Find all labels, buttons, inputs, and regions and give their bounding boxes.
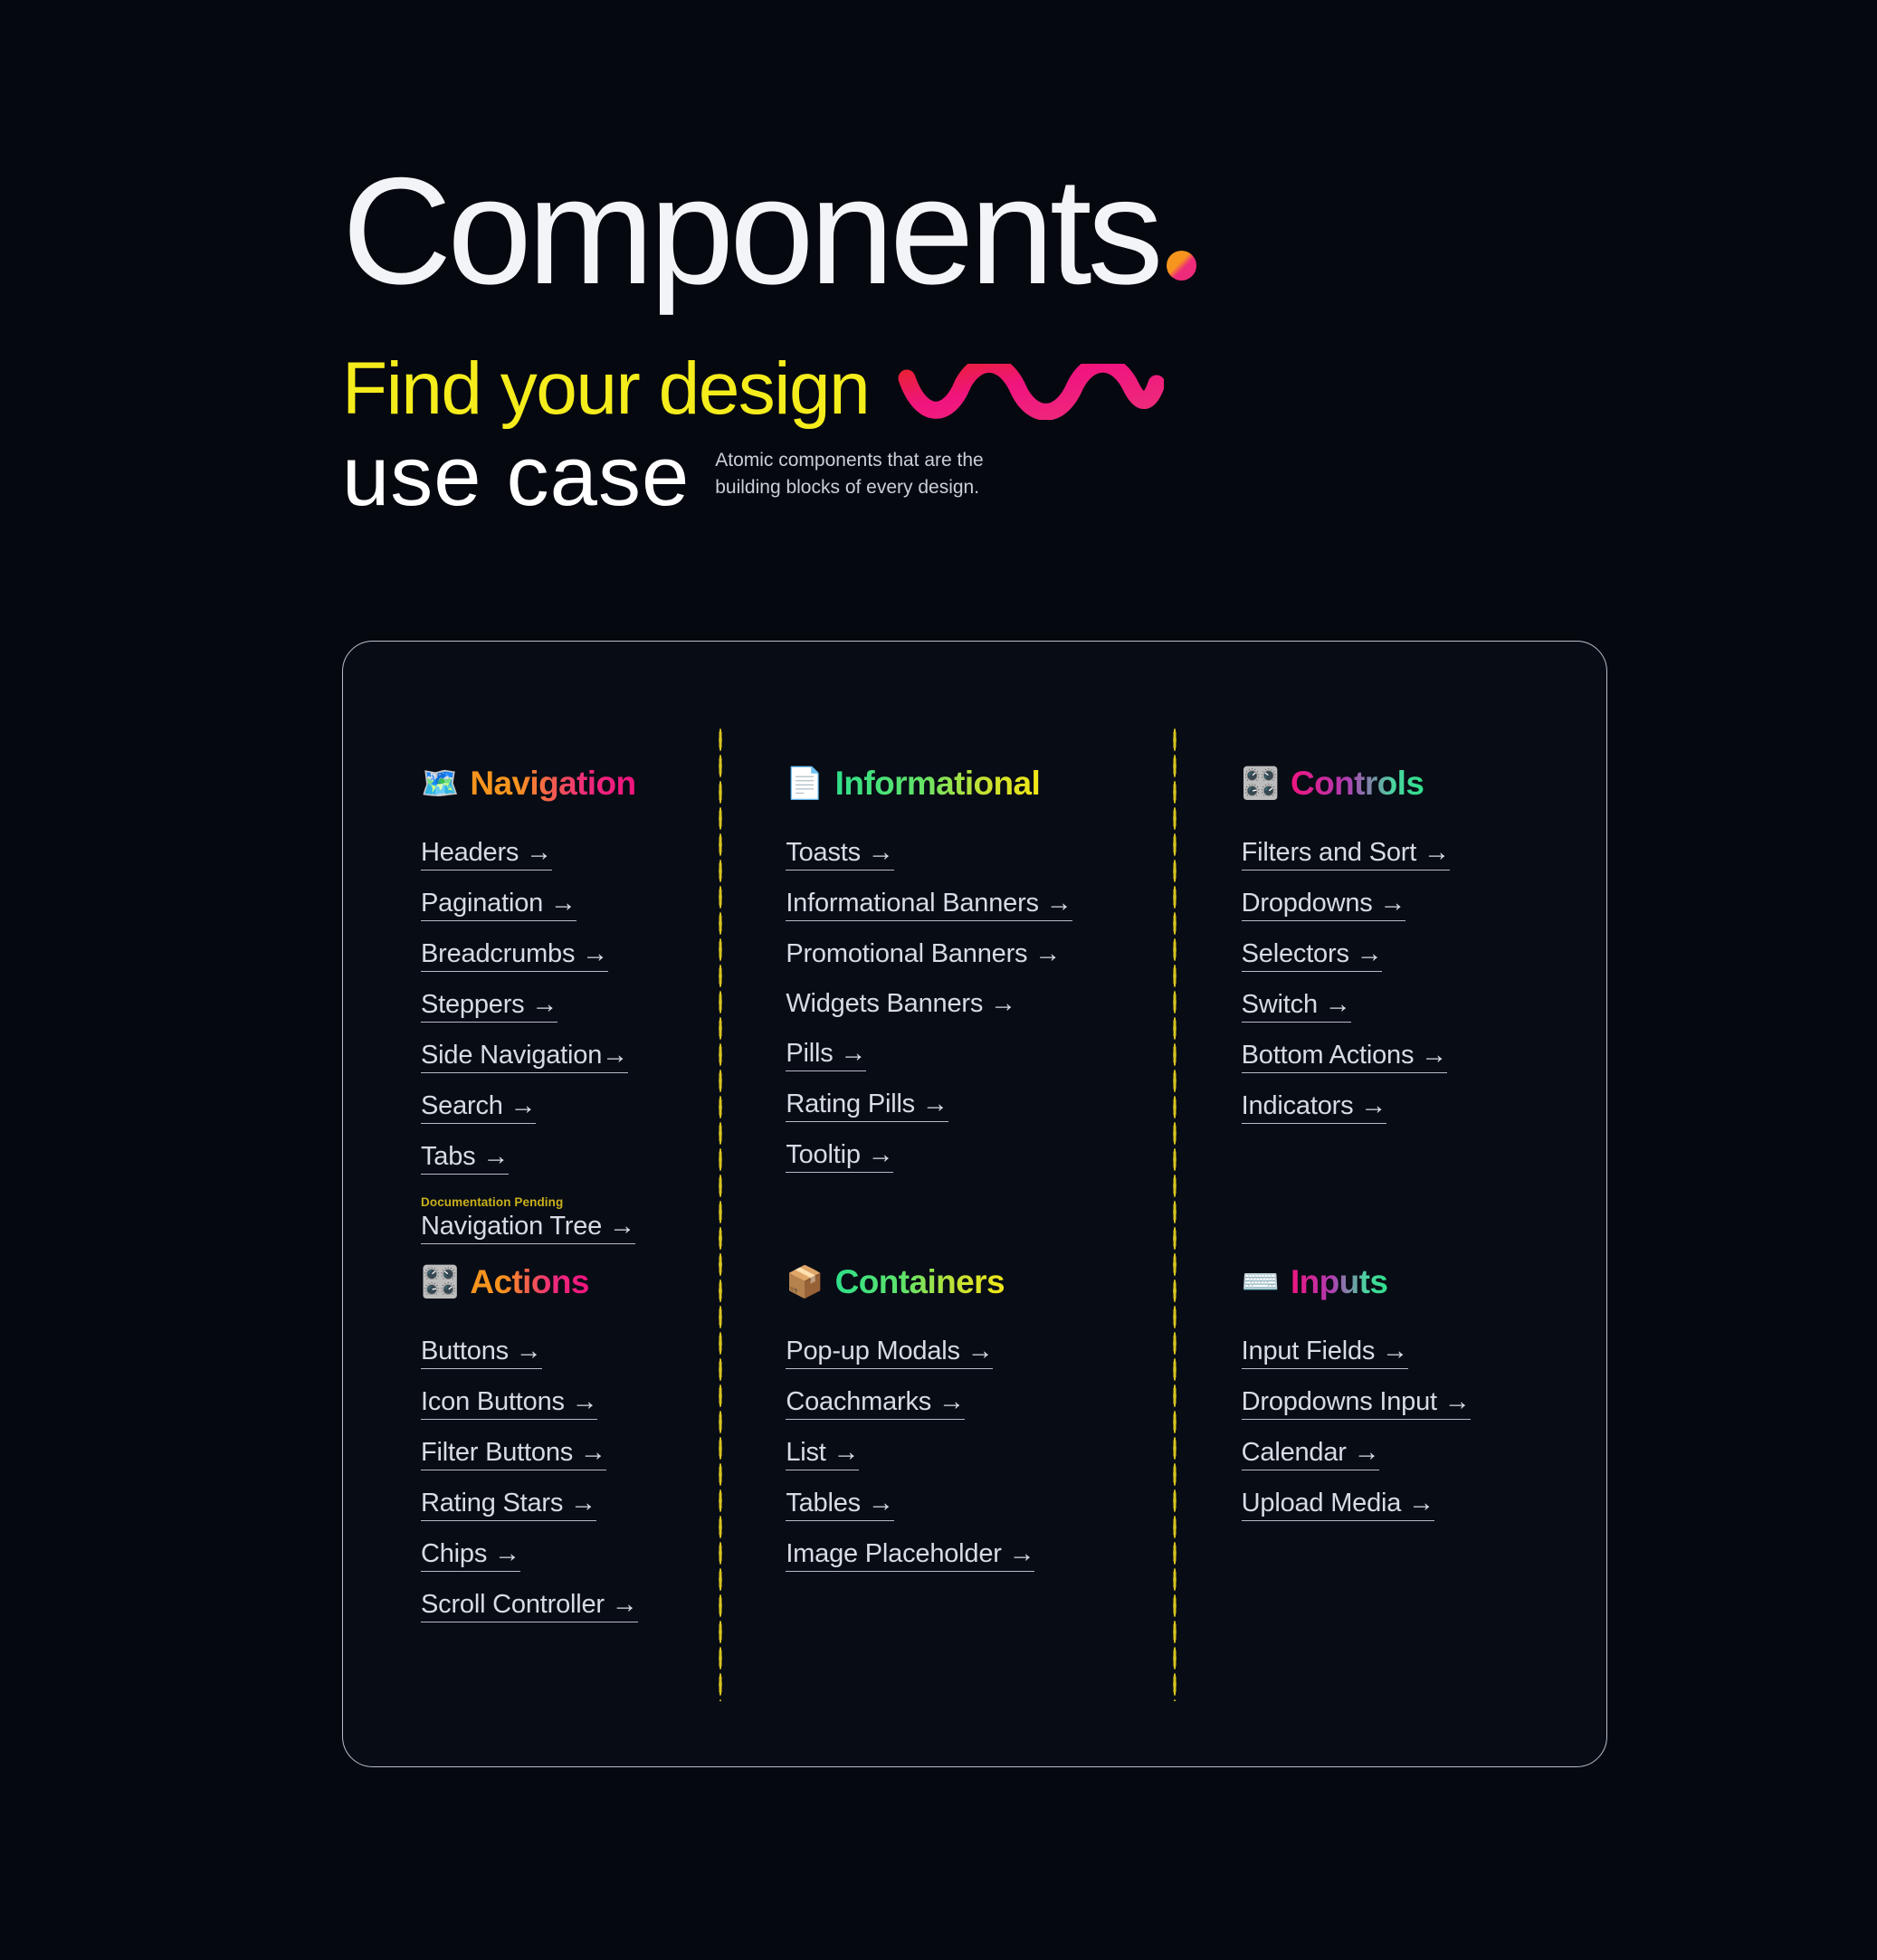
component-link-filters-and-sort[interactable]: Filters and Sort → (1241, 839, 1450, 871)
component-link-calendar[interactable]: Calendar → (1241, 1439, 1380, 1470)
category-title: Controls (1291, 765, 1424, 802)
component-link-upload-media[interactable]: Upload Media → (1241, 1489, 1434, 1521)
category-header-controls: 🎛️ Controls (1242, 765, 1606, 803)
component-link-rating-stars[interactable]: Rating Stars → (421, 1489, 596, 1521)
component-link-selectors[interactable]: Selectors → (1241, 940, 1383, 972)
category-title: Navigation (470, 765, 636, 802)
keyboard-icon: ⌨️ (1241, 1265, 1280, 1299)
component-link-input-fields[interactable]: Input Fields → (1241, 1337, 1408, 1369)
documentation-pending-badge: Documentation Pending (421, 1195, 564, 1209)
component-link-tooltip[interactable]: Tooltip → (786, 1141, 894, 1173)
category-link-list: Filters and Sort → Dropdowns → Selectors →… (1241, 839, 1606, 1143)
page-title: Components (342, 146, 1609, 317)
component-link-pop-up-modals[interactable]: Pop-up Modals → (786, 1337, 994, 1369)
control-knobs-icon: 🎛️ (421, 1265, 460, 1299)
component-link-switch[interactable]: Switch → (1241, 991, 1351, 1023)
category-column-inputs: ⌨️ Inputs Input Fields → Dropdowns Input → C… (1186, 1263, 1606, 1658)
component-link-side-navigation[interactable]: Side Navigation→ (421, 1042, 628, 1073)
category-column-informational: 📄 Informational Toasts → Informational Bann… (764, 727, 1185, 1307)
component-link-promotional-banners[interactable]: Promotional Banners → (786, 940, 1061, 971)
squiggle-underline-icon (898, 355, 1166, 424)
component-link-image-placeholder[interactable]: Image Placeholder → (786, 1540, 1035, 1572)
component-link-dropdowns-input[interactable]: Dropdowns Input → (1241, 1388, 1471, 1420)
category-header-actions: 🎛️ Actions (421, 1263, 764, 1301)
category-title: Inputs (1291, 1263, 1388, 1300)
subtitle-line-2: use case (342, 428, 691, 523)
category-link-list: Pop-up Modals → Coachmarks → List → Tables … (786, 1337, 1185, 1591)
component-link-breadcrumbs[interactable]: Breadcrumbs → (421, 940, 608, 972)
subtitle-line-1-row: Find your design (342, 351, 1609, 427)
category-link-list: Input Fields → Dropdowns Input → Calendar … (1241, 1337, 1606, 1540)
component-link-pills[interactable]: Pills → (786, 1040, 866, 1071)
category-title: Actions (470, 1263, 589, 1300)
category-header-informational: 📄 Informational (786, 765, 1185, 803)
category-header-inputs: ⌨️ Inputs (1242, 1263, 1606, 1301)
hero-blurb: Atomic components that are the building … (715, 447, 984, 501)
category-link-list: Buttons → Icon Buttons → Filter Buttons → R… (421, 1337, 764, 1641)
category-link-list: Headers → Pagination → Breadcrumbs → Steppe… (421, 839, 764, 1263)
title-dot-icon (1166, 251, 1196, 281)
component-link-filter-buttons[interactable]: Filter Buttons → (421, 1439, 606, 1470)
component-link-pagination[interactable]: Pagination → (421, 890, 576, 921)
component-link-indicators[interactable]: Indicators → (1241, 1092, 1386, 1124)
component-link-icon-buttons[interactable]: Icon Buttons → (421, 1388, 598, 1420)
category-title: Containers (834, 1263, 1005, 1300)
component-link-dropdowns[interactable]: Dropdowns → (1241, 890, 1405, 921)
hero-section: Components Find your design use case Ato… (342, 146, 1609, 519)
category-column-navigation: 🗺️ Navigation Headers → Pagination → Breadcr… (343, 727, 764, 1307)
control-knobs-icon: 🎛️ (1241, 766, 1280, 801)
category-header-navigation: 🗺️ Navigation (421, 765, 764, 803)
category-column-containers: 📦 Containers Pop-up Modals → Coachmarks → Li… (764, 1225, 1185, 1701)
category-title: Informational (834, 765, 1041, 802)
page-root: Components Find your design use case Ato… (0, 0, 1877, 1960)
subtitle-block: Find your design use case Atomic compone… (342, 351, 1609, 519)
hero-blurb-line-2: building blocks of every design. (715, 477, 980, 498)
category-grid: 🗺️ Navigation Headers → Pagination → Breadcr… (343, 642, 1606, 1766)
component-link-tables[interactable]: Tables → (786, 1489, 894, 1521)
component-link-headers[interactable]: Headers → (421, 839, 552, 871)
component-link-widgets-banners[interactable]: Widgets Banners → (786, 990, 1016, 1021)
component-link-list[interactable]: List → (786, 1439, 860, 1470)
hero-blurb-line-1: Atomic components that are the (715, 450, 984, 471)
category-header-containers: 📦 Containers (786, 1263, 1185, 1301)
component-link-informational-banners[interactable]: Informational Banners → (786, 890, 1072, 921)
component-link-tabs[interactable]: Tabs → (421, 1143, 509, 1175)
component-link-toasts[interactable]: Toasts → (786, 839, 894, 871)
components-card: 🗺️ Navigation Headers → Pagination → Breadcr… (342, 641, 1607, 1767)
subtitle-line-2-row: use case Atomic components that are the … (342, 433, 1609, 519)
document-icon: 📄 (786, 766, 824, 801)
component-link-scroll-controller[interactable]: Scroll Controller → (421, 1591, 638, 1622)
subtitle-line-1: Find your design (342, 347, 871, 430)
component-link-search[interactable]: Search → (421, 1092, 537, 1124)
category-column-actions: 🎛️ Actions Buttons → Icon Buttons → Filter B… (343, 1225, 764, 1701)
component-link-navigation-tree[interactable]: Navigation Tree → (421, 1213, 635, 1244)
component-link-steppers[interactable]: Steppers → (421, 991, 557, 1023)
world-map-icon: 🗺️ (421, 766, 460, 801)
component-link-chips[interactable]: Chips → (421, 1540, 520, 1572)
page-title-text: Components (342, 146, 1164, 316)
package-box-icon: 📦 (786, 1265, 824, 1299)
component-link-rating-pills[interactable]: Rating Pills → (786, 1090, 948, 1122)
category-link-list: Toasts → Informational Banners → Promotion… (786, 839, 1185, 1192)
component-link-bottom-actions[interactable]: Bottom Actions → (1241, 1042, 1447, 1073)
category-column-controls: 🎛️ Controls Filters and Sort → Dropdowns → S… (1186, 765, 1606, 1263)
component-link-coachmarks[interactable]: Coachmarks → (786, 1388, 965, 1420)
component-link-buttons[interactable]: Buttons → (421, 1337, 542, 1369)
